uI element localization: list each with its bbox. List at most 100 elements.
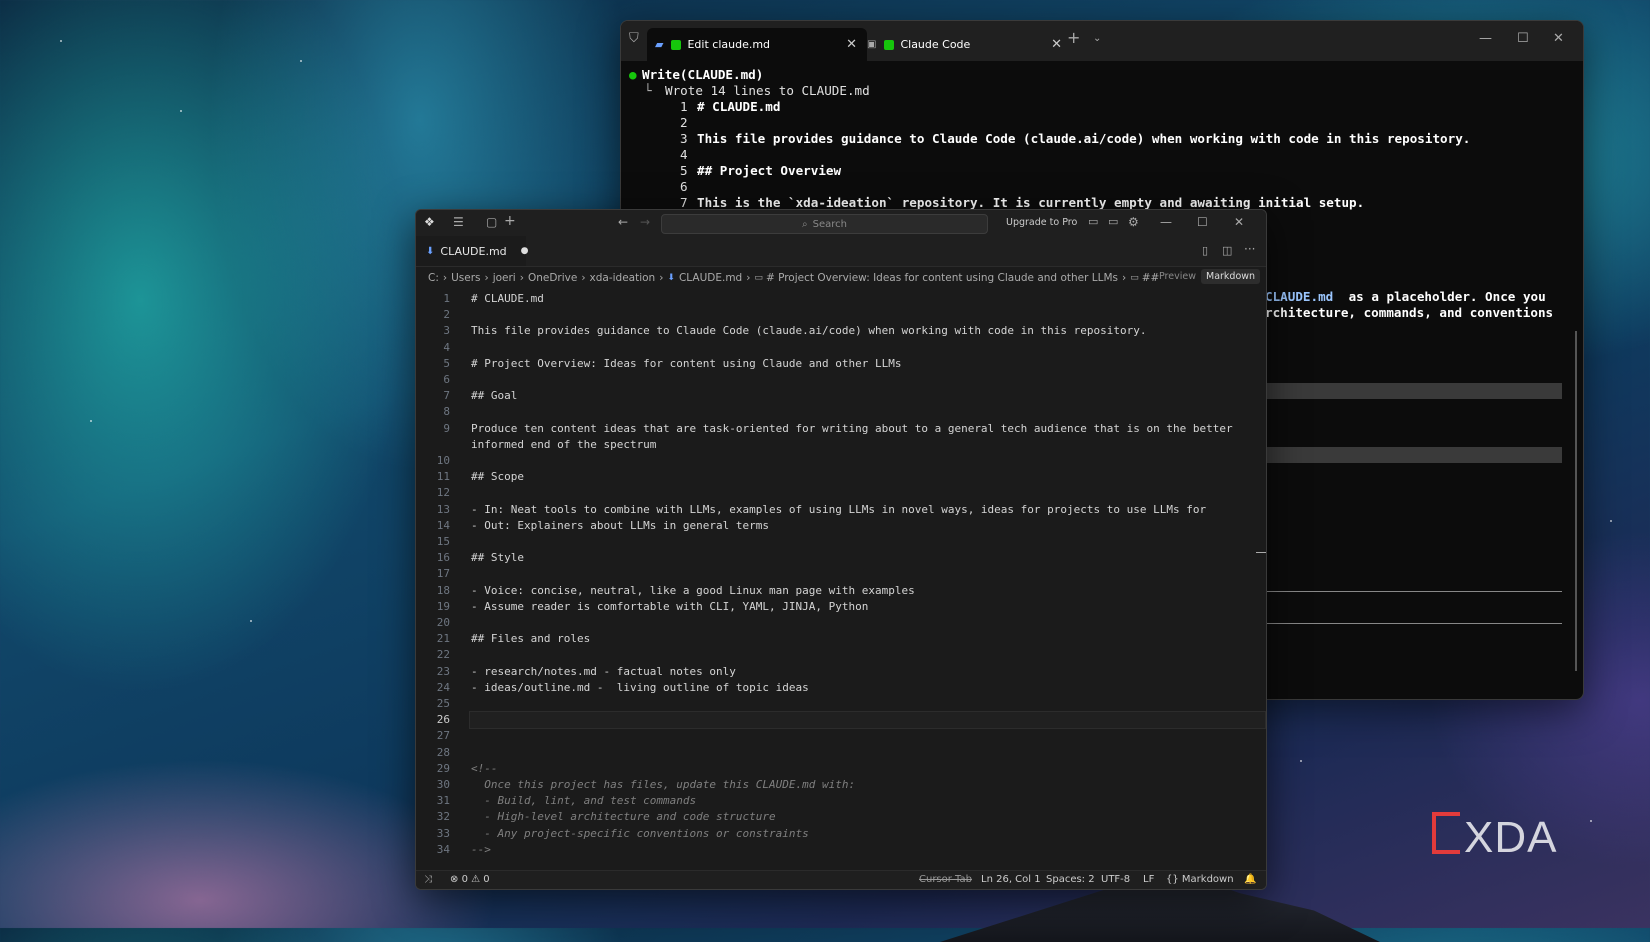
line-number: 29	[436, 761, 450, 775]
line-number: 19	[436, 599, 450, 613]
code-line[interactable]: - ideas/outline.md - living outline of t…	[471, 680, 809, 696]
chevron-right-icon: ›	[581, 272, 586, 284]
scrollbar[interactable]	[1575, 331, 1577, 671]
line-number: 31	[436, 794, 450, 808]
indentation[interactable]: Spaces: 2	[1046, 874, 1095, 885]
line-number: 8	[443, 405, 450, 419]
line-number: 12	[436, 486, 450, 500]
code-line[interactable]: ## Style	[471, 550, 524, 566]
input-bar	[1265, 383, 1562, 399]
chat-icon[interactable]: ▢	[486, 215, 497, 229]
remote-icon[interactable]: ⤨	[424, 874, 432, 885]
new-tab-icon[interactable]: +	[1067, 28, 1080, 47]
chevron-down-icon[interactable]: ⌄	[1093, 33, 1101, 44]
code-line[interactable]: - Any project-specific conventions or co…	[471, 826, 809, 842]
gear-icon[interactable]: ⚙	[1128, 215, 1139, 229]
markdown-file-icon: ⬇	[426, 245, 435, 257]
breadcrumb-item[interactable]: OneDrive	[528, 272, 577, 284]
error-icon: ⊗	[450, 874, 459, 885]
code-line[interactable]: <!--	[471, 761, 498, 777]
open-preview-icon[interactable]: ▯	[1202, 244, 1208, 257]
line-number: 2	[443, 308, 450, 322]
markdown-button[interactable]: Markdown	[1201, 269, 1261, 284]
terminal-tabbar: ⛉ ▰ Edit claude.md ✕ ▣ Claude Code ✕ + ⌄…	[621, 21, 1583, 61]
code-line[interactable]: This file provides guidance to Claude Co…	[471, 323, 1147, 339]
line-ending[interactable]: LF	[1143, 874, 1154, 885]
line-number: 33	[436, 826, 450, 840]
code-line[interactable]: - research/notes.md - factual notes only	[471, 664, 736, 680]
line-number: 30	[436, 778, 450, 791]
code-line[interactable]: ## Scope	[471, 469, 524, 485]
breadcrumb-item[interactable]: ##	[1142, 272, 1160, 284]
language-mode[interactable]: {} Markdown	[1166, 874, 1234, 885]
code-line[interactable]: - In: Neat tools to combine with LLMs, e…	[471, 502, 1206, 518]
tab-claude-code[interactable]: ▣ Claude Code ✕	[857, 28, 1072, 61]
breadcrumb-item[interactable]: # Project Overview: Ideas for content us…	[766, 272, 1118, 284]
chevron-right-icon: ›	[1121, 272, 1127, 284]
code-line[interactable]: - Out: Explainers about LLMs in general …	[471, 518, 769, 534]
bell-icon[interactable]: 🔔	[1244, 874, 1256, 885]
maximize-icon[interactable]: ☐	[1517, 31, 1529, 46]
input-bar	[1265, 447, 1562, 463]
line-number: 22	[436, 648, 450, 662]
breadcrumb-item[interactable]: CLAUDE.md	[679, 272, 742, 284]
back-arrow-icon[interactable]: ←	[618, 215, 628, 229]
maximize-icon[interactable]: ☐	[1197, 215, 1208, 229]
code-line[interactable]: Produce ten content ideas that are task-…	[471, 421, 1233, 437]
tab-claude-md[interactable]: ⬇ CLAUDE.md ●	[416, 236, 529, 266]
close-window-icon[interactable]: ✕	[1234, 215, 1244, 229]
symbol-icon: ▭	[754, 273, 763, 283]
code-line[interactable]: # CLAUDE.md	[471, 291, 544, 307]
forward-arrow-icon[interactable]: →	[640, 215, 650, 229]
line-number: 24	[436, 680, 450, 694]
status-bar: ⤨ ⊗ 0 ⚠ 0 Cursor Tab Ln 26, Col 1 Spaces…	[416, 870, 1266, 889]
problems-indicator[interactable]: ⊗ 0 ⚠ 0	[450, 874, 490, 885]
breadcrumb-item[interactable]: xda-ideation	[590, 272, 656, 284]
code-line[interactable]: Once this project has files, update this…	[471, 777, 855, 793]
close-icon[interactable]: ✕	[1051, 37, 1062, 52]
scroll-marker[interactable]	[1256, 552, 1266, 553]
code-line[interactable]: - Assume reader is comfortable with CLI,…	[471, 599, 868, 615]
code-line[interactable]: # Project Overview: Ideas for content us…	[471, 356, 901, 372]
app-logo-icon: ❖	[424, 215, 435, 229]
menu-icon[interactable]: ☰	[453, 215, 464, 229]
line-number: 34	[436, 842, 450, 856]
code-line[interactable]: -->	[471, 842, 491, 858]
code-line[interactable]: - Build, lint, and test commands	[471, 793, 696, 809]
code-line[interactable]: - Voice: concise, neutral, like a good L…	[471, 583, 915, 599]
panel-left-icon[interactable]: ▭	[1088, 215, 1098, 228]
minimize-icon[interactable]: —	[1479, 31, 1492, 46]
encoding[interactable]: UTF-8	[1101, 874, 1130, 885]
panel-bottom-icon[interactable]: ▭	[1108, 215, 1118, 228]
minimize-icon[interactable]: —	[1160, 215, 1172, 229]
plus-icon[interactable]: +	[504, 213, 516, 229]
more-icon[interactable]: ···	[1244, 242, 1255, 256]
tree-branch-icon: └	[644, 83, 652, 98]
split-editor-icon[interactable]: ◫	[1222, 244, 1232, 257]
close-window-icon[interactable]: ✕	[1553, 31, 1564, 46]
status-dot-icon: ●	[629, 67, 637, 82]
line-number: 23	[436, 664, 450, 678]
code-line[interactable]: - High-level architecture and code struc…	[471, 809, 775, 825]
close-icon[interactable]: ✕	[846, 37, 857, 52]
write-line: Write(CLAUDE.md)	[642, 67, 764, 82]
line-number: 14	[436, 518, 450, 532]
unsaved-dot-icon[interactable]: ●	[521, 246, 529, 256]
cursor-position[interactable]: Ln 26, Col 1	[981, 874, 1041, 885]
code-line: This file provides guidance to Claude Co…	[697, 131, 1471, 146]
breadcrumb-item[interactable]: C:	[428, 272, 439, 284]
warning-icon: ⚠	[471, 874, 481, 885]
search-input[interactable]: ⌕ Search	[661, 214, 988, 234]
cursor-tab-status[interactable]: Cursor Tab	[919, 874, 972, 885]
divider	[1265, 623, 1562, 624]
breadcrumb-item[interactable]: Users	[451, 272, 480, 284]
preview-button[interactable]: Preview	[1159, 271, 1196, 282]
code-line[interactable]: ## Goal	[471, 388, 517, 404]
shield-icon[interactable]: ⛉	[629, 31, 639, 46]
breadcrumb-item[interactable]: joeri	[493, 272, 516, 284]
code-line[interactable]: informed end of the spectrum	[471, 437, 656, 453]
upgrade-button[interactable]: Upgrade to Pro	[1006, 217, 1077, 228]
code-line[interactable]: ## Files and roles	[471, 631, 590, 647]
chevron-right-icon: ›	[442, 272, 448, 284]
tab-edit-claude[interactable]: ▰ Edit claude.md ✕	[647, 28, 867, 61]
